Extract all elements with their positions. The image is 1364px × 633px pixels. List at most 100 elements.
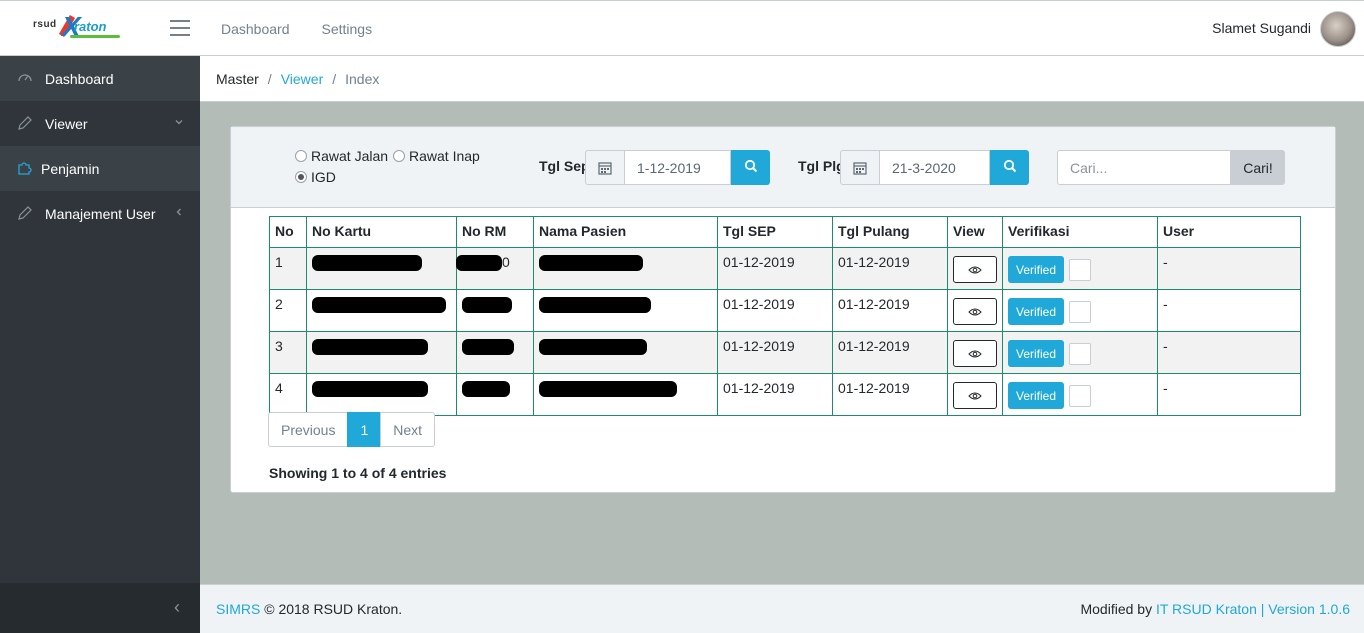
sidebar-item-viewer[interactable]: Viewer	[0, 101, 200, 146]
view-button[interactable]	[953, 382, 997, 409]
radio-circle	[295, 150, 307, 162]
eye-icon	[968, 346, 982, 362]
cell-no-rm	[456, 331, 534, 374]
verified-button[interactable]: Verified	[1008, 256, 1065, 283]
radio-igd[interactable]: IGD	[295, 169, 336, 185]
footer-modified-link[interactable]: IT RSUD Kraton | Version 1.0.6	[1156, 601, 1350, 617]
verified-button[interactable]: Verified	[1008, 298, 1065, 325]
speedometer-icon	[17, 70, 33, 86]
sidebar-item-penjamin[interactable]: Penjamin	[0, 146, 200, 191]
viewer-card: Rawat Jalan Rawat Inap IGD Tgl Sep 1-12-…	[230, 126, 1336, 493]
footer-right: Modified by IT RSUD Kraton | Version 1.0…	[1080, 601, 1350, 617]
cell-tgl-pulang: 01-12-2019	[832, 331, 948, 374]
pagination-page-1[interactable]: 1	[347, 412, 382, 447]
tgl-plg-search-button[interactable]	[990, 150, 1029, 185]
pagination: Previous 1 Next	[268, 412, 436, 447]
table-info: Showing 1 to 4 of 4 entries	[269, 465, 446, 481]
cell-user: -	[1157, 289, 1301, 332]
col-header-view[interactable]: View	[947, 216, 1003, 248]
col-header-tgl-pulang[interactable]: Tgl Pulang	[832, 216, 948, 248]
breadcrumb-separator: /	[267, 70, 272, 87]
verify-checkbox[interactable]	[1069, 342, 1092, 365]
col-header-tgl-sep[interactable]: Tgl SEP	[717, 216, 833, 248]
cell-view	[947, 373, 1003, 416]
pagination-previous[interactable]: Previous	[268, 412, 349, 447]
col-header-nama-pasien[interactable]: Nama Pasien	[533, 216, 718, 248]
col-header-no-rm[interactable]: No RM	[456, 216, 534, 248]
verify-checkbox[interactable]	[1069, 300, 1092, 323]
cell-view	[947, 331, 1003, 374]
tgl-sep-input[interactable]: 1-12-2019	[625, 150, 731, 185]
cell-no-kartu	[306, 331, 457, 374]
breadcrumb-item-master: Master	[216, 70, 259, 87]
verify-checkbox[interactable]	[1069, 258, 1092, 281]
verified-button[interactable]: Verified	[1008, 340, 1065, 367]
tgl-plg-input[interactable]: 21-3-2020	[880, 150, 990, 185]
cell-user: -	[1157, 247, 1301, 290]
redacted-block	[312, 255, 422, 272]
cell-tgl-sep: 01-12-2019	[717, 247, 833, 290]
filter-bar: Rawat Jalan Rawat Inap IGD Tgl Sep 1-12-…	[231, 127, 1335, 208]
footer-copyright: © 2018 RSUD Kraton.	[260, 601, 403, 617]
radio-label: IGD	[311, 169, 336, 185]
tgl-sep-search-button[interactable]	[731, 150, 770, 185]
search-input[interactable]: Cari...	[1057, 150, 1231, 185]
radio-label: Rawat Inap	[409, 148, 480, 164]
cell-verifikasi: Verified	[1002, 289, 1158, 332]
cell-nama	[533, 289, 718, 332]
data-table: No No Kartu No RM Nama Pasien Tgl SEP Tg…	[269, 216, 1301, 416]
sidebar-minimizer-button[interactable]: ‹	[0, 583, 200, 633]
cell-view	[947, 247, 1003, 290]
redacted-block	[539, 381, 677, 398]
cell-no-rm-visible: 0	[502, 254, 510, 270]
radio-rawat-jalan[interactable]: Rawat Jalan	[295, 148, 388, 164]
table-info-from: 1	[331, 465, 340, 481]
col-header-no-kartu[interactable]: No Kartu	[306, 216, 457, 248]
calendar-icon	[840, 150, 880, 185]
sidebar-item-manajement-user[interactable]: Manajement User	[0, 191, 200, 236]
tgl-plg-label: Tgl Plg	[798, 158, 845, 174]
table-row: 1 0 01-12-2019 01-12-2019 Verified -	[269, 247, 1301, 290]
avatar[interactable]	[1320, 11, 1356, 47]
redacted-block	[312, 339, 428, 356]
sidebar-item-dashboard[interactable]: Dashboard	[0, 56, 200, 101]
footer-modified-prefix: Modified by	[1080, 601, 1156, 617]
footer-app-link[interactable]: SIMRS	[216, 601, 260, 617]
view-button[interactable]	[953, 256, 997, 283]
radio-rawat-inap[interactable]: Rawat Inap	[393, 148, 480, 164]
verified-button[interactable]: Verified	[1008, 382, 1065, 409]
cell-tgl-pulang: 01-12-2019	[832, 247, 948, 290]
brand-logo[interactable]: rsud X raton	[30, 11, 122, 45]
col-header-verifikasi[interactable]: Verifikasi	[1002, 216, 1158, 248]
topnav-settings[interactable]: Settings	[306, 21, 389, 37]
view-button[interactable]	[953, 298, 997, 325]
cell-tgl-pulang: 01-12-2019	[832, 289, 948, 332]
redacted-block	[462, 381, 510, 398]
user-name[interactable]: Slamet Sugandi	[1212, 20, 1311, 36]
col-header-no[interactable]: No	[269, 216, 307, 248]
topnav-dashboard[interactable]: Dashboard	[205, 21, 306, 37]
eye-icon	[968, 304, 982, 320]
search-submit-button[interactable]: Cari!	[1231, 150, 1285, 185]
app-header: rsud X raton Dashboard Settings Slamet S…	[0, 0, 1364, 56]
verify-checkbox[interactable]	[1069, 384, 1092, 407]
breadcrumb-item-viewer[interactable]: Viewer	[281, 71, 324, 87]
verify-group: Verified	[1008, 298, 1152, 325]
brand-swoosh	[70, 35, 120, 38]
cell-no-rm	[456, 373, 534, 416]
radio-circle	[295, 171, 307, 183]
table-row: 4 01-12-2019 01-12-2019 Verified -	[269, 373, 1301, 416]
cell-no-rm	[456, 289, 534, 332]
view-button[interactable]	[953, 340, 997, 367]
pagination-next[interactable]: Next	[380, 412, 436, 447]
cell-user: -	[1157, 373, 1301, 416]
sidebar-toggle-button[interactable]	[170, 20, 190, 36]
tgl-sep-label: Tgl Sep	[539, 158, 590, 174]
redacted-block	[539, 255, 643, 272]
radio-label: Rawat Jalan	[311, 148, 389, 164]
cell-user: -	[1157, 331, 1301, 374]
cell-no-kartu	[306, 289, 457, 332]
eye-icon	[968, 388, 982, 404]
col-header-user[interactable]: User	[1157, 216, 1301, 248]
redacted-block	[539, 339, 647, 356]
